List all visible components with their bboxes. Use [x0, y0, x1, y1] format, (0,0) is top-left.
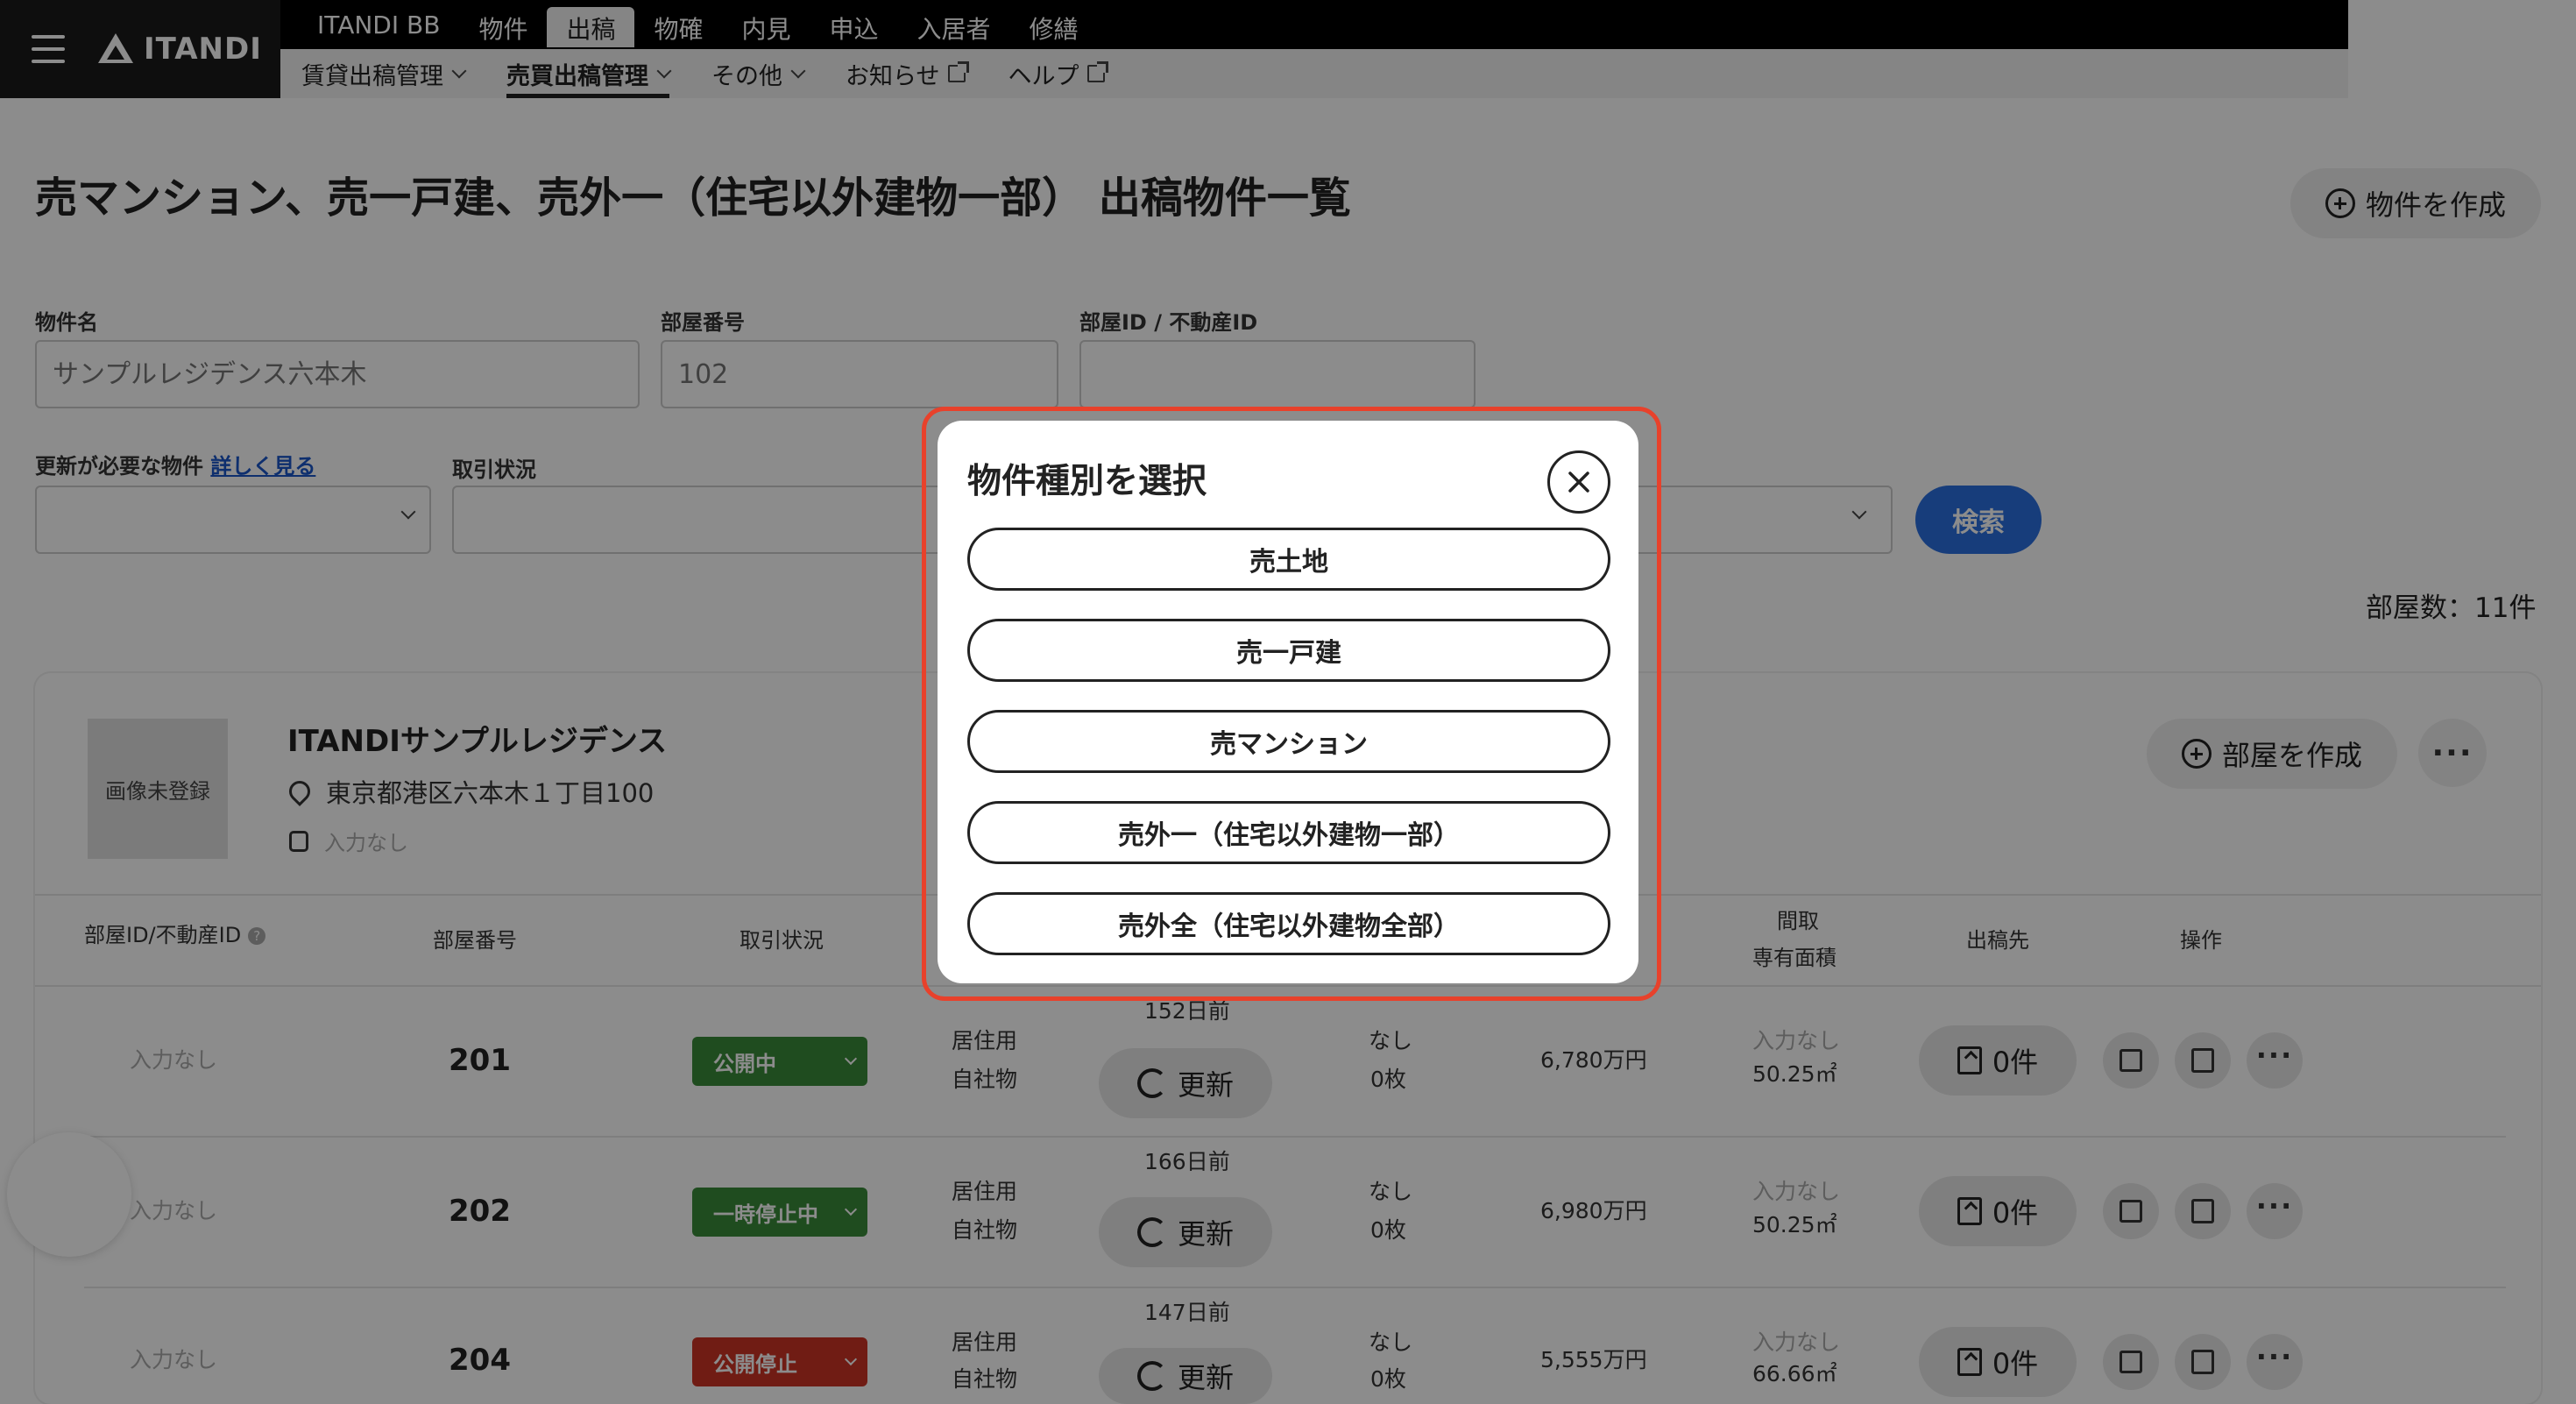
close-icon	[1568, 472, 1589, 493]
close-button[interactable]	[1547, 450, 1610, 514]
option-condominium[interactable]: 売マンション	[967, 710, 1610, 773]
option-land[interactable]: 売土地	[967, 528, 1610, 591]
option-non-residential-whole[interactable]: 売外全（住宅以外建物全部）	[967, 892, 1610, 955]
option-detached-house[interactable]: 売一戸建	[967, 619, 1610, 682]
modal-title: 物件種別を選択	[967, 462, 1207, 501]
property-type-modal: 物件種別を選択 売土地 売一戸建 売マンション 売外一（住宅以外建物一部） 売外…	[938, 421, 1638, 983]
option-non-residential-partial[interactable]: 売外一（住宅以外建物一部）	[967, 801, 1610, 864]
